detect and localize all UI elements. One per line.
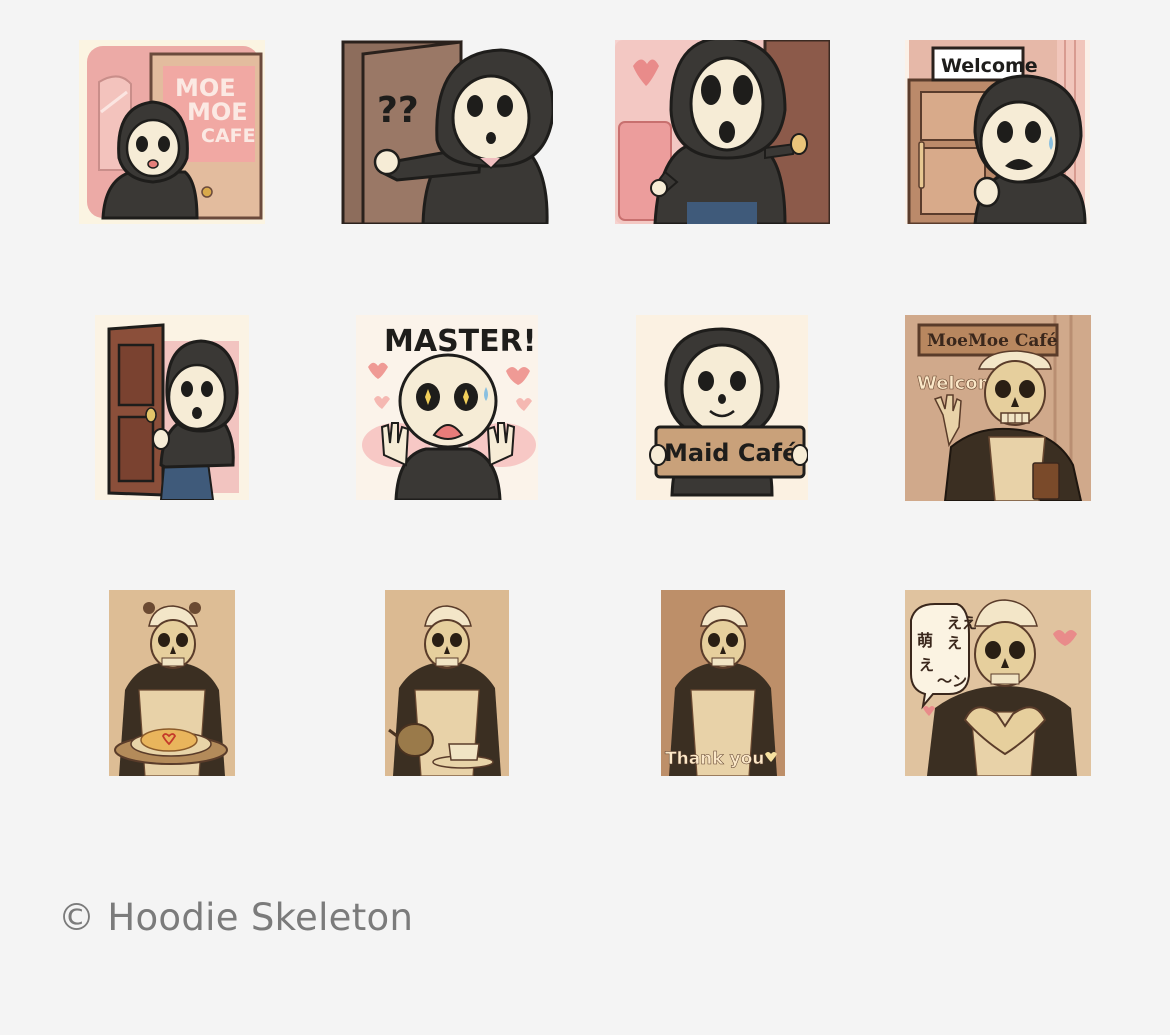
sticker-maid-cafe-signboard[interactable]: Maid Café bbox=[636, 315, 808, 500]
sign-word-3: CAFE bbox=[201, 125, 256, 147]
sticker-9-illustration bbox=[109, 590, 235, 776]
sticker-skeleton-maid-thank-you[interactable]: Thank you bbox=[661, 590, 785, 776]
sticker-confused-door-knock[interactable]: ?? bbox=[341, 40, 553, 224]
sticker-3-illustration bbox=[615, 40, 830, 224]
copyright-text: © Hoodie Skeleton bbox=[58, 896, 414, 939]
moe-bubble-text-1: ええ bbox=[947, 614, 977, 632]
sticker-4-illustration: Welcome bbox=[905, 40, 1090, 224]
sticker-10-illustration bbox=[385, 590, 509, 776]
sticker-5-illustration bbox=[95, 315, 249, 500]
moe-bubble-text-3: 萌 bbox=[917, 631, 933, 650]
maid-cafe-sign-text: Maid Café bbox=[664, 439, 798, 467]
sticker-2-illustration: ?? bbox=[341, 40, 553, 224]
sticker-shocked-at-door[interactable] bbox=[615, 40, 830, 224]
sticker-welcome-sign-nervous[interactable]: Welcome bbox=[905, 40, 1090, 224]
sticker-moe-moe-cafe-peek[interactable]: MOE MOE CAFE bbox=[79, 40, 265, 224]
thank-you-caption: Thank you bbox=[665, 749, 764, 769]
moe-bubble-text-2: え bbox=[947, 634, 962, 652]
moe-bubble-text-5: 〜ン bbox=[937, 672, 967, 690]
sticker-8-illustration: MoeMoe Café Welcome bbox=[905, 315, 1091, 501]
sticker-6-illustration: MASTER! bbox=[356, 315, 538, 500]
sticker-skeleton-maid-omurice[interactable] bbox=[109, 590, 235, 776]
sticker-skeleton-maid-tea[interactable] bbox=[385, 590, 509, 776]
moe-bubble-text-4: え bbox=[919, 656, 934, 674]
sticker-1-illustration: MOE MOE CAFE bbox=[79, 40, 265, 224]
sticker-skeleton-maid-welcome[interactable]: MoeMoe Café Welcome bbox=[905, 315, 1091, 501]
welcome-sign-text: Welcome bbox=[941, 55, 1038, 77]
sticker-7-illustration: Maid Café bbox=[636, 315, 808, 500]
master-text: MASTER! bbox=[384, 324, 536, 359]
sign-word-2: MOE bbox=[187, 98, 248, 126]
sticker-peeking-behind-door[interactable] bbox=[95, 315, 249, 500]
question-marks-text: ?? bbox=[377, 90, 419, 131]
sticker-skeleton-maid-heart-hands[interactable]: ええ え 萌 え 〜ン bbox=[905, 590, 1091, 776]
sticker-11-illustration: Thank you bbox=[661, 590, 785, 776]
sticker-12-illustration: ええ え 萌 え 〜ン bbox=[905, 590, 1091, 776]
sticker-master-shout[interactable]: MASTER! bbox=[356, 315, 538, 500]
moemoe-cafe-sign-text: MoeMoe Café bbox=[927, 331, 1058, 351]
